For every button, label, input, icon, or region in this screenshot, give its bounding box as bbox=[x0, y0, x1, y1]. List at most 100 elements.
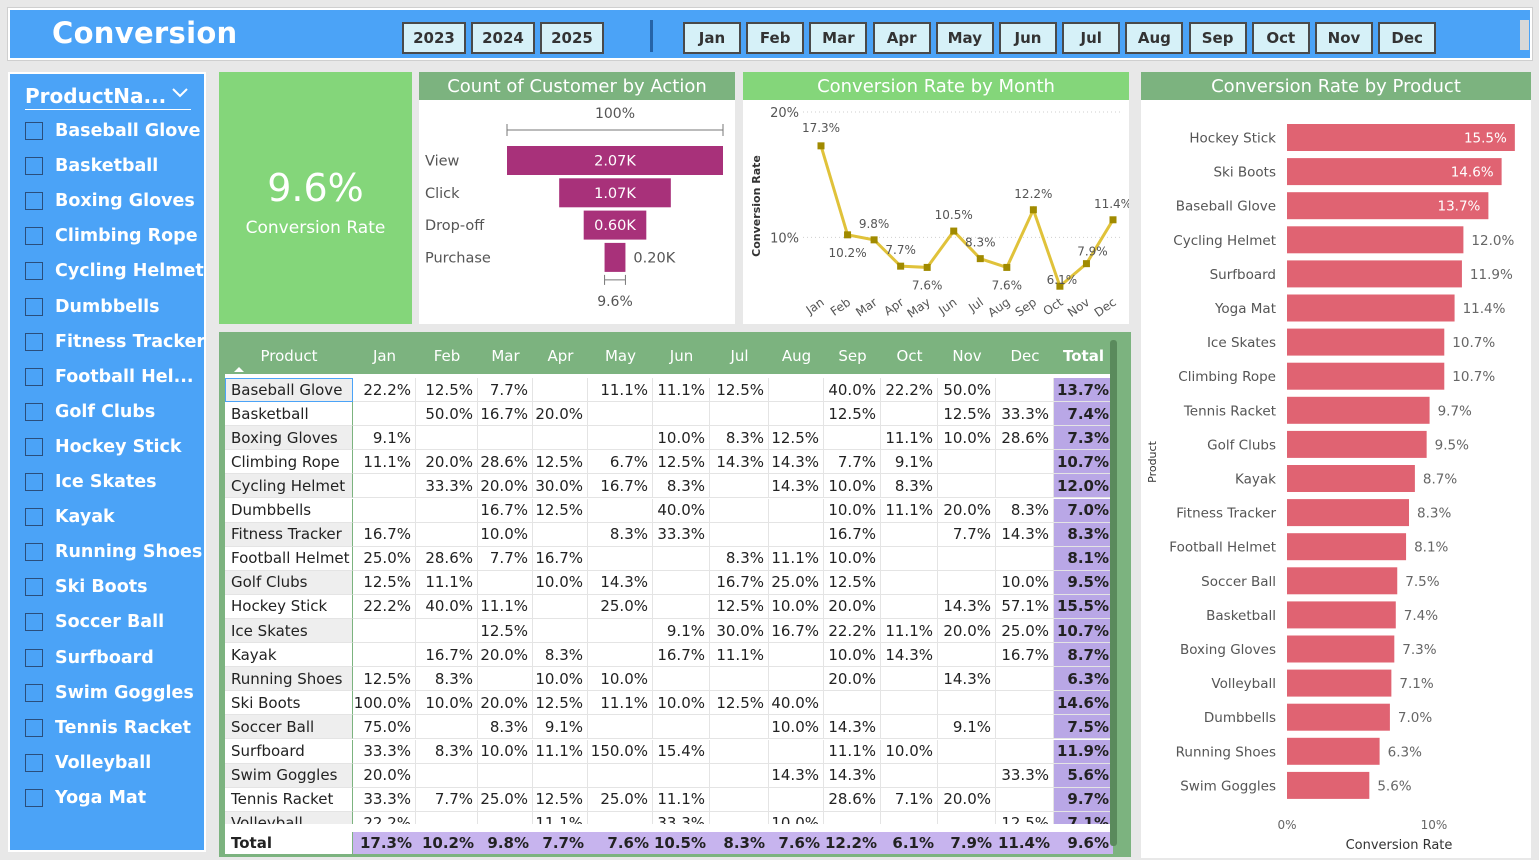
column-header[interactable]: Jan bbox=[353, 338, 416, 374]
slicer-item[interactable]: Fitness Tracker bbox=[25, 329, 205, 355]
slicer-item[interactable]: Boxing Gloves bbox=[25, 188, 195, 214]
checkbox[interactable] bbox=[25, 227, 43, 246]
month-button-sep[interactable]: Sep bbox=[1188, 22, 1247, 54]
checkbox[interactable] bbox=[25, 122, 43, 140]
table-row[interactable]: Tennis Racket 33.3% 7.7% 25.0% 12.5% 25.0% 11.… bbox=[225, 787, 1113, 812]
checkbox[interactable] bbox=[25, 437, 43, 456]
slicer-item[interactable]: Basketball bbox=[25, 153, 158, 179]
month-button-jan[interactable]: Jan bbox=[683, 22, 741, 54]
checkbox[interactable] bbox=[25, 332, 43, 351]
slicer-item[interactable]: Climbing Rope bbox=[25, 223, 198, 249]
slicer-item[interactable]: Ice Skates bbox=[25, 469, 157, 495]
slicer-item[interactable]: Tennis Racket bbox=[25, 715, 191, 741]
column-header[interactable]: Jul bbox=[710, 338, 769, 374]
slicer-item[interactable]: Swim Goggles bbox=[25, 680, 194, 706]
column-header[interactable]: Sep bbox=[824, 338, 881, 374]
total-cell: 9.8% bbox=[487, 834, 529, 852]
column-header[interactable]: May bbox=[588, 338, 653, 374]
slicer-item[interactable]: Soccer Ball bbox=[25, 609, 164, 635]
month-button-nov[interactable]: Nov bbox=[1315, 22, 1373, 54]
column-header[interactable]: Aug bbox=[769, 338, 824, 374]
column-header[interactable]: Total bbox=[1054, 338, 1113, 374]
checkbox[interactable] bbox=[25, 297, 43, 316]
slicer-item[interactable]: Kayak bbox=[25, 504, 115, 530]
month-button-feb[interactable]: Feb bbox=[746, 22, 805, 54]
checkbox[interactable] bbox=[25, 578, 43, 597]
row-header: Ice Skates bbox=[225, 619, 353, 644]
checkbox[interactable] bbox=[25, 683, 43, 702]
slicer-item[interactable]: Ski Boots bbox=[25, 574, 148, 600]
checkbox[interactable] bbox=[25, 508, 43, 527]
slicer-item[interactable]: Volleyball bbox=[25, 750, 151, 776]
column-header[interactable]: Apr bbox=[533, 338, 588, 374]
slicer-item[interactable]: Cycling Helmet bbox=[25, 258, 204, 284]
column-header[interactable]: Mar bbox=[478, 338, 533, 374]
bar bbox=[1287, 396, 1430, 424]
column-header[interactable]: Feb bbox=[416, 338, 478, 374]
table-cell bbox=[653, 546, 710, 571]
checkbox[interactable] bbox=[25, 192, 43, 211]
month-button-jul[interactable]: Jul bbox=[1062, 22, 1121, 54]
column-header[interactable]: Dec bbox=[996, 338, 1054, 374]
month-button-may[interactable]: May bbox=[935, 22, 994, 54]
year-button-2024[interactable]: 2024 bbox=[471, 22, 535, 54]
slicer-item[interactable]: Dumbbells bbox=[25, 294, 160, 320]
matrix-scrollbar[interactable] bbox=[1110, 340, 1117, 846]
table-row[interactable]: Golf Clubs 12.5% 11.1% 10.0% 14.3% 16.7% 25.0%… bbox=[225, 570, 1113, 595]
slicer-item[interactable]: Golf Clubs bbox=[25, 399, 155, 425]
column-header[interactable]: Jun bbox=[653, 338, 710, 374]
table-row[interactable]: Running Shoes 12.5% 8.3% 10.0% 10.0% 20.0% 14.… bbox=[225, 667, 1113, 692]
table-row[interactable]: Dumbbells 16.7% 12.5% 40.0% 10.0% 11.1% 20.0% 8… bbox=[225, 498, 1113, 523]
table-cell: 10.0% bbox=[769, 811, 824, 824]
month-button-aug[interactable]: Aug bbox=[1125, 22, 1184, 54]
checkbox[interactable] bbox=[25, 367, 43, 386]
table-row[interactable]: Surfboard 33.3% 8.3% 10.0% 11.1% 150.0% 15.4% 1… bbox=[225, 739, 1113, 764]
month-button-oct[interactable]: Oct bbox=[1251, 22, 1310, 54]
table-row[interactable]: Basketball 50.0% 16.7% 20.0% 12.5% 12.5% 33.3%… bbox=[225, 402, 1113, 427]
table-row[interactable]: Climbing Rope 11.1% 20.0% 28.6% 12.5% 6.7% 12.… bbox=[225, 450, 1113, 475]
table-row[interactable]: Ice Skates 12.5% 9.1% 30.0% 16.7% 22.2% 11.1% 2… bbox=[225, 619, 1113, 644]
column-header[interactable]: Oct bbox=[881, 338, 938, 374]
slicer-item[interactable]: Hockey Stick bbox=[25, 434, 182, 460]
checkbox[interactable] bbox=[25, 613, 43, 632]
month-button-mar[interactable]: Mar bbox=[809, 22, 868, 54]
checkbox[interactable] bbox=[25, 788, 43, 807]
slicer-item[interactable]: Yoga Mat bbox=[25, 785, 146, 811]
checkbox[interactable] bbox=[25, 648, 43, 667]
table-row[interactable]: Cycling Helmet 33.3% 20.0% 30.0% 16.7% 8.3% 14… bbox=[225, 474, 1113, 499]
checkbox[interactable] bbox=[25, 157, 43, 176]
column-header[interactable]: Product bbox=[225, 338, 353, 374]
checkbox[interactable] bbox=[25, 753, 43, 772]
checkbox[interactable] bbox=[25, 402, 43, 421]
table-row[interactable]: Baseball Glove 22.2% 12.5% 7.7% 11.1% 11.1% 12… bbox=[225, 378, 1113, 403]
month-button-dec[interactable]: Dec bbox=[1378, 22, 1437, 54]
column-header[interactable]: Nov bbox=[938, 338, 996, 374]
slicer-item[interactable]: Surfboard bbox=[25, 645, 154, 671]
slicer-header[interactable]: ProductNa... bbox=[25, 82, 191, 110]
slicer-item[interactable]: Running Shoes bbox=[25, 539, 202, 565]
table-row[interactable]: Volleyball 22.2% 11.1% 33.3% 10.0% 12.5% 7.1% bbox=[225, 811, 1113, 824]
matrix-panel: Product Jan Feb Mar Apr May Jun Jul Aug Sep Oct Nov… bbox=[219, 332, 1131, 857]
table-row[interactable]: Football Helmet 25.0% 28.6% 7.7% 16.7% 8.3% 11… bbox=[225, 546, 1113, 571]
bar-category-label: Ice Skates bbox=[1207, 335, 1276, 351]
month-button-jun[interactable]: Jun bbox=[999, 22, 1057, 54]
table-row[interactable]: Swim Goggles 20.0% 14.3% 14.3% 33.3% 5.6% bbox=[225, 763, 1113, 788]
table-row[interactable]: Kayak 16.7% 20.0% 8.3% 16.7% 11.1% 10.0% 14.3% 1… bbox=[225, 643, 1113, 668]
table-cell: 8.3% bbox=[533, 643, 588, 668]
month-button-apr[interactable]: Apr bbox=[872, 22, 931, 54]
checkbox[interactable] bbox=[25, 718, 43, 737]
chevron-down-icon[interactable] bbox=[171, 86, 189, 100]
checkbox[interactable] bbox=[25, 262, 43, 281]
checkbox[interactable] bbox=[25, 543, 43, 562]
table-row[interactable]: Boxing Gloves 9.1% 10.0% 8.3% 12.5% 11.1% 10.0… bbox=[225, 426, 1113, 451]
table-row[interactable]: Hockey Stick 22.2% 40.0% 11.1% 25.0% 12.5% 10.… bbox=[225, 594, 1113, 619]
table-row[interactable]: Ski Boots 100.0% 10.0% 20.0% 12.5% 11.1% 10.0%… bbox=[225, 691, 1113, 716]
slicer-item[interactable]: Baseball Glove bbox=[25, 118, 201, 144]
slicer-item[interactable]: Football Hel... bbox=[25, 364, 194, 390]
scrollbar[interactable] bbox=[1520, 20, 1529, 50]
checkbox[interactable] bbox=[25, 473, 43, 491]
table-row[interactable]: Fitness Tracker 16.7% 10.0% 8.3% 33.3% 16.7% 7… bbox=[225, 522, 1113, 547]
year-button-2023[interactable]: 2023 bbox=[402, 22, 466, 54]
year-button-2025[interactable]: 2025 bbox=[540, 22, 604, 54]
table-row[interactable]: Soccer Ball 75.0% 8.3% 9.1% 10.0% 14.3% 9.1% 7.… bbox=[225, 715, 1113, 740]
